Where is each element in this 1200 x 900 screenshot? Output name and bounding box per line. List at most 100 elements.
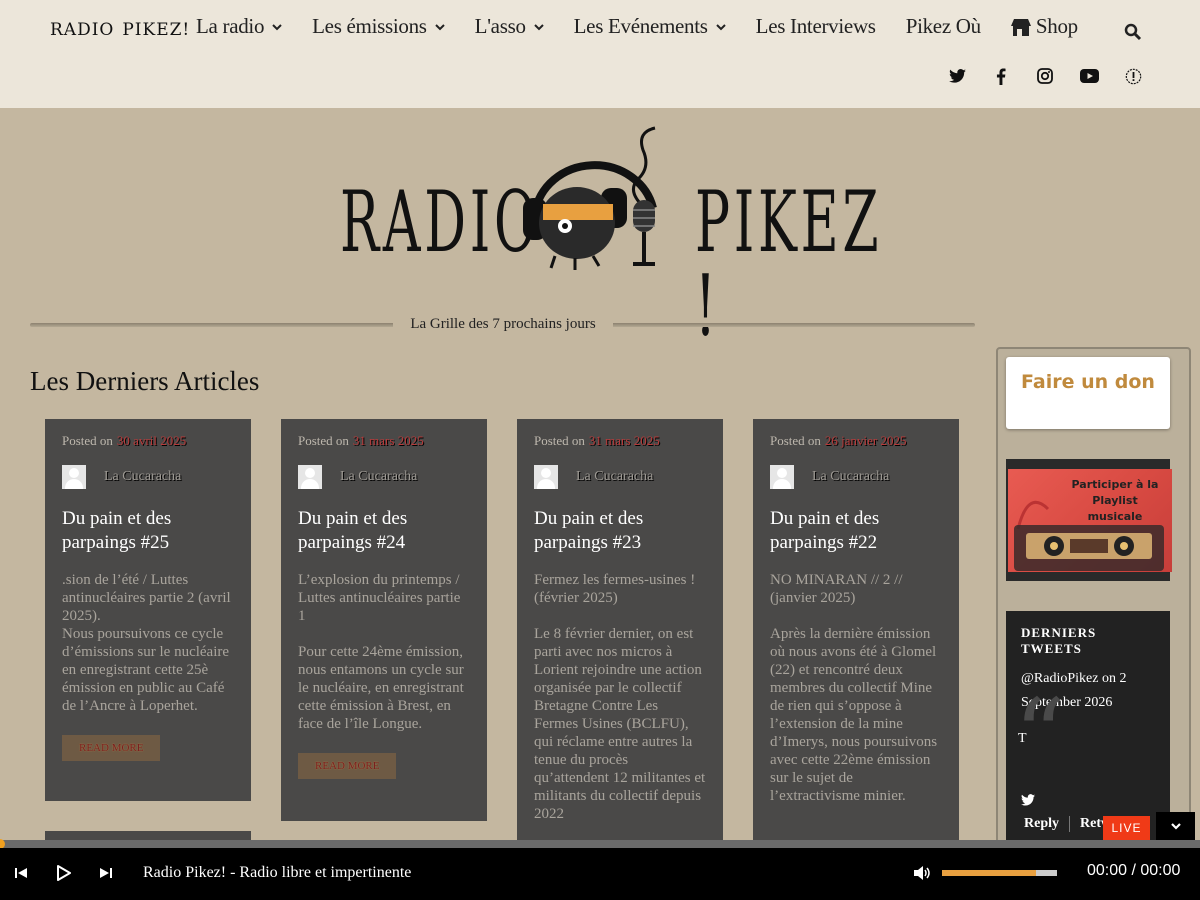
live-badge[interactable]: LIVE bbox=[1103, 816, 1150, 840]
section-title: Les Derniers Articles bbox=[30, 366, 260, 396]
chevron-down-icon bbox=[434, 23, 445, 30]
skip-back-icon bbox=[15, 868, 27, 878]
nav-label: Les Interviews bbox=[755, 14, 876, 38]
nav-label: Les émissions bbox=[312, 14, 427, 38]
search-icon[interactable] bbox=[1124, 23, 1142, 41]
store-icon bbox=[1010, 18, 1031, 36]
tweet-reply-link[interactable]: Reply bbox=[1024, 816, 1059, 832]
main-nav: La radio Les émissions L'asso Les Evénem… bbox=[196, 14, 1108, 39]
post-author[interactable]: La Cucaracha bbox=[770, 464, 942, 490]
article-title[interactable]: Du pain et des parpaings #25 bbox=[62, 507, 234, 555]
excerpt-paragraph: Fermez les fermes-usines ! (février 2025… bbox=[534, 572, 696, 606]
twitter-icon bbox=[1021, 794, 1035, 806]
divider bbox=[30, 323, 400, 327]
read-more-button[interactable]: READ MORE bbox=[298, 753, 397, 779]
logo-text-right: PIKEZ! bbox=[122, 20, 191, 40]
volume-button[interactable] bbox=[911, 862, 933, 884]
excerpt-paragraph: Après la dernière émission où nous avons… bbox=[770, 626, 938, 804]
article-title[interactable]: Du pain et des parpaings #22 bbox=[770, 507, 942, 555]
nav-la-radio[interactable]: La radio bbox=[196, 14, 282, 39]
chevron-down-icon bbox=[715, 23, 726, 30]
article-card[interactable]: Posted on 30 avril 2025 La Cucaracha Du p… bbox=[45, 419, 251, 801]
post-meta: Posted on 31 mars 2025 bbox=[298, 433, 470, 449]
site-header: RADIO PIKEZ! La radio Les émissions L'as… bbox=[0, 0, 1200, 108]
logo-text-left: RADIO bbox=[50, 20, 115, 40]
site-logo[interactable]: RADIO PIKEZ! bbox=[50, 8, 189, 52]
volume-level bbox=[942, 870, 1037, 876]
chevron-down-icon bbox=[272, 23, 282, 30]
nav-label: L'asso bbox=[474, 14, 526, 38]
excerpt-paragraph: Pour cette 24ème émission, nous entamons… bbox=[298, 644, 464, 732]
posted-on-label: Posted on bbox=[62, 433, 113, 448]
article-title[interactable]: Du pain et des parpaings #23 bbox=[534, 507, 706, 555]
playlist-banner[interactable]: Participer à la Playlist musicale bbox=[1006, 459, 1172, 581]
instagram-icon[interactable] bbox=[1035, 66, 1055, 86]
post-author[interactable]: La Cucaracha bbox=[534, 464, 706, 490]
facebook-icon[interactable] bbox=[991, 66, 1011, 86]
posted-on-label: Posted on bbox=[298, 433, 349, 448]
info-icon[interactable] bbox=[1123, 66, 1143, 86]
nav-l-asso[interactable]: L'asso bbox=[475, 14, 544, 39]
excerpt-paragraph: L’explosion du printemps / Luttes antinu… bbox=[298, 572, 461, 624]
post-date[interactable]: 31 mars 2025 bbox=[353, 433, 424, 448]
article-card[interactable]: Posted on 31 mars 2025 La Cucaracha Du pa… bbox=[281, 419, 487, 821]
donate-button[interactable]: Faire un don bbox=[1006, 357, 1170, 429]
nav-shop[interactable]: Shop bbox=[1010, 14, 1078, 39]
sidebar: Faire un don Participer à la Playlist mu… bbox=[996, 347, 1191, 871]
avatar bbox=[62, 465, 86, 489]
bird-headphones-icon bbox=[523, 126, 657, 270]
post-author[interactable]: La Cucaracha bbox=[298, 464, 470, 490]
chevron-down-icon bbox=[1170, 823, 1181, 830]
avatar bbox=[534, 465, 558, 489]
article-card[interactable]: Posted on 31 mars 2025 La Cucaracha Du pa… bbox=[517, 419, 723, 840]
article-excerpt: Fermez les fermes-usines ! (février 2025… bbox=[534, 571, 706, 823]
excerpt-paragraph: NO MINARAN // 2 // (janvier 2025) bbox=[770, 572, 903, 606]
author-name: La Cucaracha bbox=[104, 469, 182, 484]
author-name: La Cucaracha bbox=[812, 469, 890, 484]
article-title[interactable]: Du pain et des parpaings #24 bbox=[298, 507, 470, 555]
play-icon bbox=[57, 865, 71, 881]
posted-on-label: Posted on bbox=[534, 433, 585, 448]
avatar bbox=[770, 465, 794, 489]
audio-player: Radio Pikez! - Radio libre et impertinen… bbox=[0, 848, 1200, 900]
post-date[interactable]: 31 mars 2025 bbox=[589, 433, 660, 448]
nav-label: La radio bbox=[196, 14, 265, 38]
divider bbox=[1069, 816, 1070, 832]
volume-slider[interactable] bbox=[942, 870, 1057, 876]
posted-on-label: Posted on bbox=[770, 433, 821, 448]
playback-time: 00:00 / 00:00 bbox=[1087, 862, 1181, 879]
cassette-image: Participer à la Playlist musicale bbox=[1008, 469, 1172, 572]
nav-les-evenements[interactable]: Les Evénements bbox=[574, 14, 726, 39]
avatar bbox=[298, 465, 322, 489]
expand-player-button[interactable] bbox=[1156, 812, 1195, 840]
post-date[interactable]: 26 janvier 2025 bbox=[825, 433, 907, 448]
play-button[interactable] bbox=[53, 862, 75, 884]
previous-button[interactable] bbox=[10, 862, 32, 884]
nav-les-interviews[interactable]: Les Interviews bbox=[756, 14, 876, 39]
nav-pikez-ou[interactable]: Pikez Où bbox=[906, 14, 981, 39]
author-name: La Cucaracha bbox=[340, 469, 418, 484]
read-more-button[interactable]: READ MORE bbox=[62, 735, 161, 761]
article-excerpt: .sion de l’été / Luttes antinucléaires p… bbox=[62, 571, 234, 715]
article-card[interactable]: Posted on 26 janvier 2025 La Cucaracha Du… bbox=[753, 419, 959, 840]
post-meta: Posted on 30 avril 2025 bbox=[62, 433, 234, 449]
chevron-down-icon bbox=[533, 23, 544, 30]
youtube-icon[interactable] bbox=[1079, 66, 1099, 86]
nav-label: Shop bbox=[1035, 14, 1078, 38]
tweet-initial: T bbox=[1018, 731, 1027, 746]
author-name: La Cucaracha bbox=[576, 469, 654, 484]
article-excerpt: L’explosion du printemps / Luttes antinu… bbox=[298, 571, 470, 733]
schedule-link[interactable]: La Grille des 7 prochains jours bbox=[393, 312, 613, 338]
playback-progress-bar[interactable] bbox=[0, 839, 1200, 849]
nav-label: Pikez Où bbox=[905, 14, 981, 38]
article-excerpt: NO MINARAN // 2 // (janvier 2025) Après … bbox=[770, 571, 942, 805]
next-button[interactable] bbox=[95, 862, 117, 884]
excerpt-paragraph: Le 8 février dernier, on est parti avec … bbox=[534, 626, 706, 822]
post-author[interactable]: La Cucaracha bbox=[62, 464, 234, 490]
nav-les-emissions[interactable]: Les émissions bbox=[312, 14, 445, 39]
twitter-icon[interactable] bbox=[947, 66, 967, 86]
hero-logo: RADIO PIKEZ ! bbox=[330, 118, 879, 348]
stream-title: Radio Pikez! - Radio libre et impertinen… bbox=[143, 864, 412, 881]
post-meta: Posted on 31 mars 2025 bbox=[534, 433, 706, 449]
post-date[interactable]: 30 avril 2025 bbox=[117, 433, 186, 448]
